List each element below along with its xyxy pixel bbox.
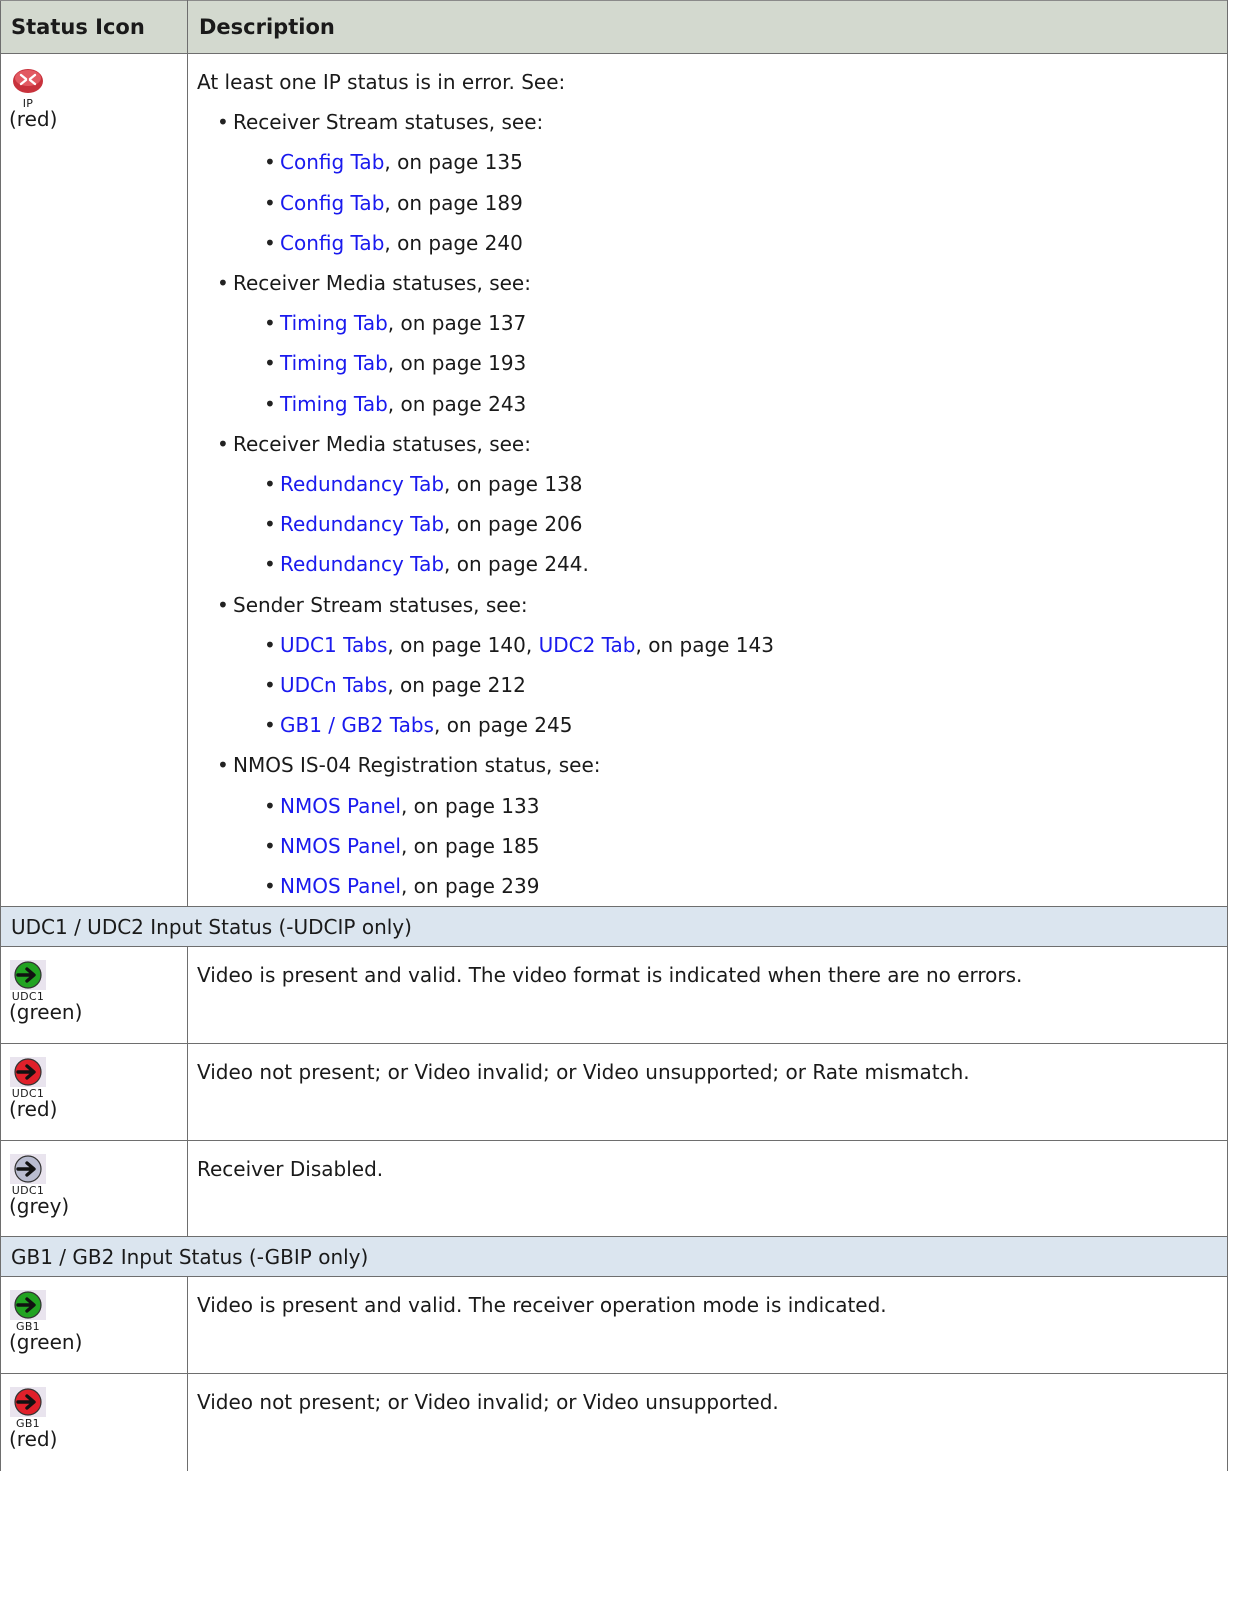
udc1-green-arrow-icon: UDC1 — [9, 959, 49, 1005]
table-row: UDC1 (red) Video not present; or Video i… — [0, 1043, 1228, 1142]
table-header-row: Status Icon Description — [0, 0, 1228, 54]
list-item: • Receiver Media statuses, see: — [197, 424, 1227, 464]
list-item: • Timing Tab, on page 243 — [197, 384, 1227, 424]
link-timing-tab[interactable]: Timing Tab — [280, 392, 388, 416]
link-config-tab[interactable]: Config Tab — [280, 231, 384, 255]
list-item: • NMOS Panel, on page 239 — [197, 866, 1227, 906]
gb1-green-arrow-icon: GB1 — [9, 1289, 49, 1335]
description-cell: Video not present; or Video invalid; or … — [187, 1373, 1228, 1471]
bullet: • — [264, 833, 276, 858]
ip-icon-cell: IP (red) — [0, 52, 188, 908]
list-item: • GB1 / GB2 Tabs, on page 245 — [197, 705, 1227, 745]
gb1-red-arrow-icon: GB1 — [9, 1386, 49, 1432]
list-item: • Redundancy Tab, on page 244. — [197, 544, 1227, 584]
icon-cell: UDC1 (grey) — [0, 1140, 188, 1238]
list-item: • UDC1 Tabs, on page 140, UDC2 Tab, on pa… — [197, 625, 1227, 665]
bullet: • — [264, 512, 276, 537]
link-timing-tab[interactable]: Timing Tab — [280, 311, 388, 335]
bullet: • — [264, 190, 276, 215]
bullet: • — [264, 351, 276, 376]
bullet: • — [264, 632, 276, 657]
icon-cell: UDC1 (green) — [0, 946, 188, 1045]
link-redundancy-tab[interactable]: Redundancy Tab — [280, 512, 444, 536]
list-item: • Redundancy Tab, on page 206 — [197, 504, 1227, 544]
list-item: • Config Tab, on page 240 — [197, 223, 1227, 263]
bullet: • — [264, 391, 276, 416]
list-item: • Timing Tab, on page 137 — [197, 303, 1227, 343]
ip-red-router-icon: IP — [9, 66, 49, 112]
list-item: • NMOS Panel, on page 133 — [197, 786, 1227, 826]
icon-cell: GB1 (green) — [0, 1276, 188, 1375]
link-redundancy-tab[interactable]: Redundancy Tab — [280, 552, 444, 576]
bullet: • — [264, 150, 276, 175]
link-config-tab[interactable]: Config Tab — [280, 150, 384, 174]
description-cell: Video is present and valid. The video fo… — [187, 946, 1228, 1045]
bullet: • — [264, 874, 276, 899]
icon-cell: UDC1 (red) — [0, 1043, 188, 1142]
link-gb1-gb2-tabs[interactable]: GB1 / GB2 Tabs — [280, 713, 434, 737]
bullet: • — [264, 230, 276, 255]
list-item: • Receiver Stream statuses, see: — [197, 102, 1227, 142]
description-cell: Video not present; or Video invalid; or … — [187, 1043, 1228, 1142]
bullet: • — [264, 673, 276, 698]
table-row: UDC1 (grey) Receiver Disabled. — [0, 1140, 1228, 1238]
description-cell: Video is present and valid. The receiver… — [187, 1276, 1228, 1375]
link-timing-tab[interactable]: Timing Tab — [280, 351, 388, 375]
table-row: GB1 (red) Video not present; or Video in… — [0, 1373, 1228, 1471]
link-nmos-panel[interactable]: NMOS Panel — [280, 834, 401, 858]
list-item: • Sender Stream statuses, see: — [197, 585, 1227, 625]
status-icon-table-page: Status Icon Description IP (red) At leas… — [0, 0, 1228, 1471]
link-udc2-tab[interactable]: UDC2 Tab — [539, 633, 636, 657]
table-row: UDC1 (green) Video is present and valid.… — [0, 946, 1228, 1045]
list-item: • NMOS Panel, on page 185 — [197, 826, 1227, 866]
section-row-gb-input-status: GB1 / GB2 Input Status (-GBIP only) — [0, 1236, 1228, 1278]
bullet: • — [217, 431, 229, 456]
list-item: • Config Tab, on page 135 — [197, 142, 1227, 182]
bullet: • — [264, 793, 276, 818]
link-config-tab[interactable]: Config Tab — [280, 191, 384, 215]
section-row-udc-input-status: UDC1 / UDC2 Input Status (-UDCIP only) — [0, 906, 1228, 948]
link-redundancy-tab[interactable]: Redundancy Tab — [280, 472, 444, 496]
udc1-red-arrow-icon: UDC1 — [9, 1056, 49, 1102]
link-udcn-tabs[interactable]: UDCn Tabs — [280, 673, 387, 697]
table-row: GB1 (green) Video is present and valid. … — [0, 1276, 1228, 1375]
link-nmos-panel[interactable]: NMOS Panel — [280, 794, 401, 818]
bullet: • — [217, 753, 229, 778]
ip-intro-text: At least one IP status is in error. See: — [197, 70, 566, 94]
ip-status-row: IP (red) At least one IP status is in er… — [0, 52, 1228, 908]
udc1-grey-arrow-icon: UDC1 — [9, 1153, 49, 1199]
bullet: • — [217, 592, 229, 617]
bullet: • — [264, 713, 276, 738]
column-header-description: Description — [187, 0, 1228, 54]
description-cell: Receiver Disabled. — [187, 1140, 1228, 1238]
section-title: GB1 / GB2 Input Status (-GBIP only) — [0, 1236, 1228, 1278]
bullet: • — [217, 110, 229, 135]
list-item: • Receiver Media statuses, see: — [197, 263, 1227, 303]
section-title: UDC1 / UDC2 Input Status (-UDCIP only) — [0, 906, 1228, 948]
list-item: • Config Tab, on page 189 — [197, 183, 1227, 223]
list-item: • Redundancy Tab, on page 138 — [197, 464, 1227, 504]
list-item: • Timing Tab, on page 193 — [197, 343, 1227, 383]
list-item: • UDCn Tabs, on page 212 — [197, 665, 1227, 705]
link-nmos-panel[interactable]: NMOS Panel — [280, 874, 401, 898]
bullet: • — [264, 552, 276, 577]
status-icon-table: Status Icon Description IP (red) At leas… — [0, 0, 1228, 1471]
list-item: • NMOS IS-04 Registration status, see: — [197, 745, 1227, 785]
ip-description-cell: At least one IP status is in error. See:… — [187, 52, 1228, 908]
column-header-status-icon: Status Icon — [0, 0, 188, 54]
bullet: • — [264, 311, 276, 336]
link-udc1-tabs[interactable]: UDC1 Tabs — [280, 633, 387, 657]
icon-cell: GB1 (red) — [0, 1373, 188, 1471]
bullet: • — [264, 472, 276, 497]
bullet: • — [217, 271, 229, 296]
